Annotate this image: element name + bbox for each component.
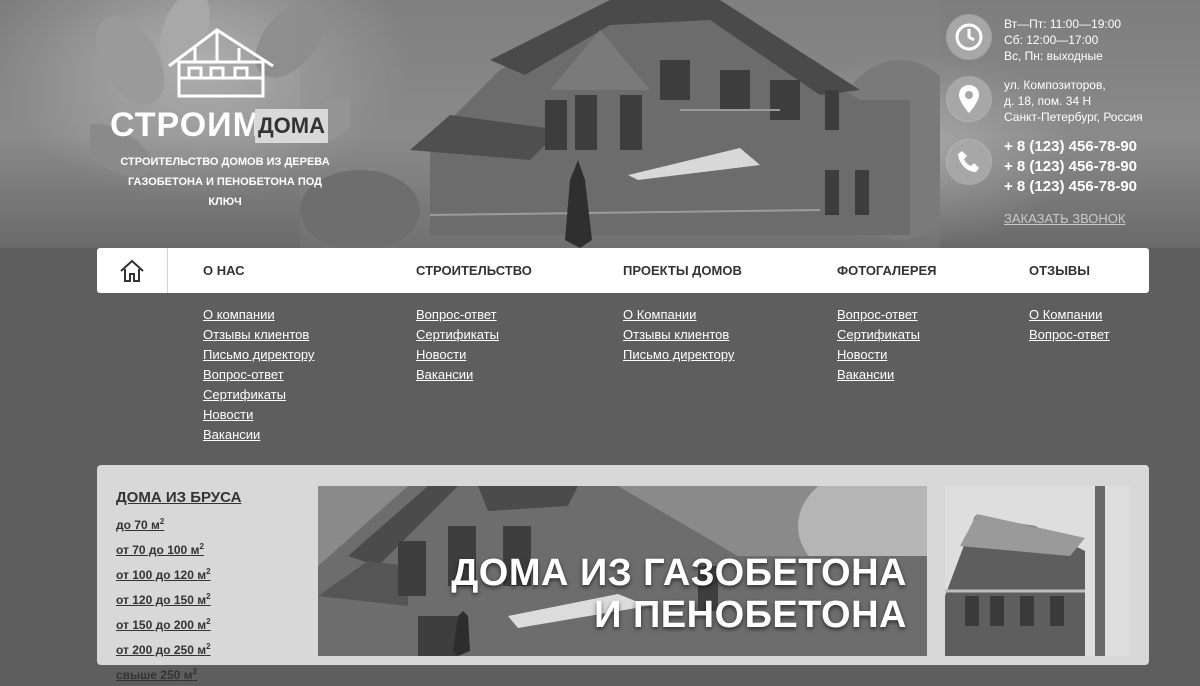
catalog-unit: м [197, 568, 207, 582]
submenu-link[interactable]: Вакансии [416, 365, 499, 385]
hours-line: Сб: 12:00—17:00 [1004, 33, 1099, 47]
nav-item-reviews[interactable]: ОТЗЫВЫ [1029, 248, 1090, 293]
home-button[interactable] [97, 248, 168, 293]
location-pin-icon [947, 77, 991, 121]
submenu-reviews: О Компании Вопрос-ответ [1029, 305, 1110, 345]
home-icon [120, 259, 144, 282]
banner[interactable]: ДОМА ИЗ ГАЗОБЕТОНА И ПЕНОБЕТОНА [318, 486, 927, 656]
catalog-unit: м [197, 643, 207, 657]
header: СТРОИМ ДОМА СТРОИТЕЛЬСТВО ДОМОВ ИЗ ДЕРЕВ… [0, 0, 1200, 248]
catalog-list: до 70 м2 от 70 до 100 м2 от 100 до 120 м… [116, 511, 211, 686]
submenu-link[interactable]: Сертификаты [837, 325, 920, 345]
submenu-link[interactable]: О компании [203, 305, 314, 325]
side-house-graphic [945, 486, 1129, 656]
phone-list: + 8 (123) 456-78-90 + 8 (123) 456-78-90 … [1004, 137, 1137, 197]
submenu-link[interactable]: Сертификаты [416, 325, 499, 345]
phone-number[interactable]: + 8 (123) 456-78-90 [1004, 177, 1137, 197]
catalog-unit-sup: 2 [206, 592, 211, 601]
nav-item-gallery[interactable]: ФОТОГАЛЕРЕЯ [837, 248, 937, 293]
submenu-link[interactable]: Вопрос-ответ [416, 305, 499, 325]
submenu-link[interactable]: О Компании [623, 305, 734, 325]
catalog-unit-sup: 2 [199, 542, 204, 551]
logo-subtitle: СТРОИТЕЛЬСТВО ДОМОВ ИЗ ДЕРЕВА ГАЗОБЕТОНА… [110, 152, 340, 212]
catalog-range: от 200 до 250 [116, 643, 194, 657]
logo-subtitle-line: СТРОИТЕЛЬСТВО ДОМОВ ИЗ ДЕРЕВА [120, 156, 330, 168]
callback-link[interactable]: ЗАКАЗАТЬ ЗВОНОК [1004, 211, 1126, 226]
phone-number[interactable]: + 8 (123) 456-78-90 [1004, 157, 1137, 177]
catalog-unit-sup: 2 [206, 617, 211, 626]
side-house-image[interactable] [945, 486, 1129, 656]
submenu-link[interactable]: Новости [203, 405, 314, 425]
catalog-range: свыше 250 [116, 668, 181, 682]
catalog-range: от 120 до 150 [116, 593, 194, 607]
submenu-link[interactable]: Сертификаты [203, 385, 314, 405]
catalog-range: от 100 до 120 [116, 568, 194, 582]
catalog-unit: м [197, 618, 207, 632]
nav-item-projects[interactable]: ПРОЕКТЫ ДОМОВ [623, 248, 742, 293]
submenu-link[interactable]: Вакансии [203, 425, 314, 445]
catalog-unit-sup: 2 [159, 517, 165, 526]
logo-house-icon [168, 28, 274, 98]
submenu-gallery: Вопрос-ответ Сертификаты Новости Ваканси… [837, 305, 920, 385]
catalog-item[interactable]: свыше 250 м2 [116, 661, 211, 686]
catalog-title[interactable]: ДОМА ИЗ БРУСА [116, 489, 241, 506]
hours-line: Вс, Пн: выходные [1004, 49, 1103, 63]
catalog-unit: м [183, 668, 193, 682]
catalog-range: от 150 до 200 [116, 618, 194, 632]
submenu-link[interactable]: Новости [416, 345, 499, 365]
catalog-range: до 70 [116, 518, 148, 532]
submenu-projects: О Компании Отзывы клиентов Письмо директ… [623, 305, 734, 365]
address-line: д. 18, пом. 34 Н [1004, 94, 1092, 108]
submenu-about: О компании Отзывы клиентов Письмо директ… [203, 305, 314, 445]
address-line: Санкт-Петербург, Россия [1004, 110, 1143, 124]
catalog-unit: м [197, 593, 207, 607]
banner-title-line: ДОМА ИЗ ГАЗОБЕТОНА [451, 552, 907, 594]
address-line: ул. Композиторов, [1004, 78, 1106, 92]
submenu-link[interactable]: О Компании [1029, 305, 1110, 325]
phone-icon [947, 140, 991, 184]
submenu-link[interactable]: Новости [837, 345, 920, 365]
catalog-unit-sup: 2 [192, 667, 198, 676]
catalog-unit-sup: 2 [206, 567, 211, 576]
catalog-item[interactable]: от 100 до 120 м2 [116, 561, 211, 586]
nav-item-about[interactable]: О НАС [203, 248, 245, 293]
submenu-link[interactable]: Письмо директору [203, 345, 314, 365]
submenu-construction: Вопрос-ответ Сертификаты Новости Ваканси… [416, 305, 499, 385]
submenu-link[interactable]: Письмо директору [623, 345, 734, 365]
submenu-link[interactable]: Вопрос-ответ [203, 365, 314, 385]
submenu-link[interactable]: Вакансии [837, 365, 920, 385]
logo-subtitle-line: ГАЗОБЕТОНА И ПЕНОБЕТОНА ПОД КЛЮЧ [127, 176, 323, 208]
submenu-link[interactable]: Отзывы клиентов [623, 325, 734, 345]
catalog-item[interactable]: до 70 м2 [116, 511, 211, 536]
clock-icon [947, 15, 991, 59]
catalog-unit: м [150, 518, 160, 532]
catalog-item[interactable]: от 120 до 150 м2 [116, 586, 211, 611]
phone-number[interactable]: + 8 (123) 456-78-90 [1004, 137, 1137, 157]
header-house-image [300, 0, 940, 248]
logo-box[interactable]: ДОМА [255, 109, 328, 143]
banner-title: ДОМА ИЗ ГАЗОБЕТОНА И ПЕНОБЕТОНА [451, 552, 907, 636]
banner-title-line: И ПЕНОБЕТОНА [594, 594, 907, 636]
submenu-link[interactable]: Отзывы клиентов [203, 325, 314, 345]
main-nav: О НАС СТРОИТЕЛЬСТВО ПРОЕКТЫ ДОМОВ ФОТОГА… [97, 248, 1149, 293]
address: ул. Композиторов, д. 18, пом. 34 Н Санкт… [1004, 77, 1143, 125]
catalog-item[interactable]: от 70 до 100 м2 [116, 536, 211, 561]
nav-item-construction[interactable]: СТРОИТЕЛЬСТВО [416, 248, 532, 293]
logo-word[interactable]: СТРОИМ [110, 105, 262, 145]
hours-line: Вт—Пт: 11:00—19:00 [1004, 17, 1122, 31]
submenu-link[interactable]: Вопрос-ответ [1029, 325, 1110, 345]
submenu-link[interactable]: Вопрос-ответ [837, 305, 920, 325]
working-hours: Вт—Пт: 11:00—19:00 Сб: 12:00—17:00 Вс, П… [1004, 16, 1121, 64]
catalog-range: от 70 до 100 [116, 543, 188, 557]
catalog-item[interactable]: от 150 до 200 м2 [116, 611, 211, 636]
catalog-item[interactable]: от 200 до 250 м2 [116, 636, 211, 661]
